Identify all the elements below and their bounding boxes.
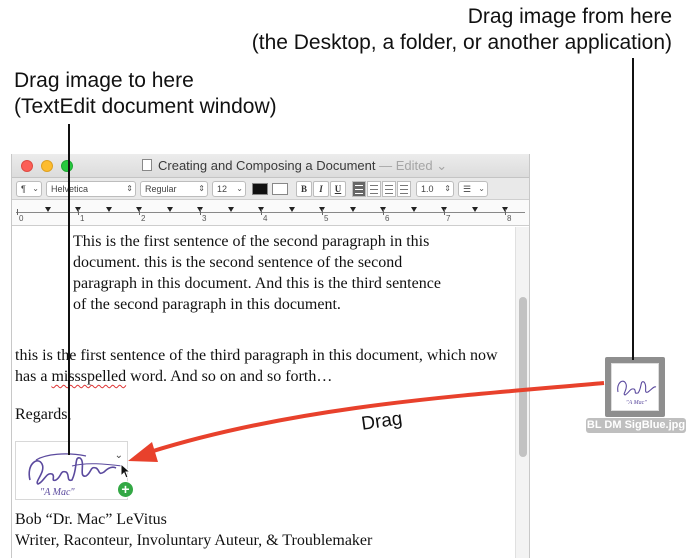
font-style-value: Regular — [145, 184, 177, 194]
signature-thumbnail: "A Mac" — [617, 380, 657, 406]
bold-button[interactable]: B — [296, 181, 312, 197]
font-family-popup[interactable]: Helvetica ⇕ — [46, 181, 136, 197]
ruler-number: 8 — [507, 214, 512, 223]
ruler-tick — [17, 209, 18, 215]
signature-image[interactable]: "A Mac" ⌄ — [15, 441, 128, 500]
italic-button[interactable]: I — [313, 181, 329, 197]
misspelled-word[interactable]: missspelled — [51, 368, 126, 385]
paragraph-3-text-end: word. And so on and so forth… — [126, 368, 333, 385]
signature-title: Writer, Raconteur, Involuntary Auteur, &… — [15, 532, 373, 549]
svg-text:"A Mac": "A Mac" — [40, 487, 75, 498]
ruler-tick — [505, 209, 506, 215]
ruler-tick — [139, 209, 140, 215]
regards-line: Regards, — [15, 406, 72, 423]
font-size-value: 12 — [217, 184, 228, 194]
paragraph-2: This is the first sentence of the second… — [73, 233, 441, 313]
chevron-down-icon: ⌄ — [478, 184, 485, 193]
paragraph-style-popup[interactable]: ¶ ⌄ — [16, 181, 42, 197]
highlight-color-swatch[interactable] — [272, 183, 288, 195]
minimize-button[interactable] — [41, 160, 53, 172]
underline-button[interactable]: U — [330, 181, 346, 197]
ruler-number: 0 — [19, 214, 24, 223]
tab-stop-marker[interactable] — [227, 207, 234, 212]
svg-text:"A Mac": "A Mac" — [626, 400, 647, 406]
source-callout-line2: (the Desktop, a folder, or another appli… — [251, 31, 672, 54]
tab-stop-marker[interactable] — [288, 207, 295, 212]
font-size-field[interactable]: 12 ⌄ — [212, 181, 246, 197]
ruler-tick — [261, 209, 262, 215]
desktop-file-name[interactable]: BL DM SigBlue.jpg — [586, 418, 686, 433]
textedit-window: Creating and Composing a Document — Edit… — [11, 154, 530, 558]
ruler-tick — [78, 209, 79, 215]
target-callout-line1: Drag image to here — [14, 69, 194, 92]
window-title: Creating and Composing a Document — Edit… — [142, 158, 447, 174]
title-bar[interactable]: Creating and Composing a Document — Edit… — [12, 154, 529, 178]
tab-stop-marker[interactable] — [166, 207, 173, 212]
cursor-arrow-icon — [120, 463, 132, 479]
ruler-tick — [383, 209, 384, 215]
desktop-file-icon[interactable]: "A Mac" — [605, 357, 665, 417]
ruler-number: 6 — [385, 214, 390, 223]
source-callout-line1: Drag image from here — [467, 5, 672, 28]
window-title-text: Creating and Composing a Document — [158, 158, 376, 173]
align-center-button[interactable] — [367, 181, 381, 197]
target-callout: Drag image to here (TextEdit document wi… — [14, 68, 277, 120]
ruler-number: 4 — [263, 214, 268, 223]
close-button[interactable] — [21, 160, 33, 172]
list-style-popup[interactable]: ☰ ⌄ — [458, 181, 488, 197]
list-icon: ☰ — [463, 184, 472, 194]
justify-button[interactable] — [397, 181, 411, 197]
ruler-tick — [444, 209, 445, 215]
tab-stop-marker[interactable] — [105, 207, 112, 212]
paragraph-3: this is the first sentence of the third … — [15, 345, 515, 387]
tab-stop-marker[interactable] — [349, 207, 356, 212]
signature-graphic: "A Mac" — [28, 453, 123, 498]
ruler-number: 7 — [446, 214, 451, 223]
tab-stop-marker[interactable] — [471, 207, 478, 212]
document-icon — [142, 159, 152, 171]
chevron-down-icon: ⌄ — [32, 184, 39, 193]
chevron-down-icon: ⌄ — [236, 184, 243, 193]
line-spacing-value: 1.0 — [421, 184, 434, 194]
scroll-thumb[interactable] — [519, 297, 527, 457]
paragraph-style-label: ¶ — [21, 184, 26, 194]
ruler-number: 3 — [202, 214, 207, 223]
font-family-value: Helvetica — [51, 184, 89, 194]
text-color-swatch[interactable] — [252, 183, 268, 195]
zoom-button[interactable] — [61, 160, 73, 172]
ruler-tick — [322, 209, 323, 215]
tab-stop-marker[interactable] — [410, 207, 417, 212]
font-style-popup[interactable]: Regular ⇕ — [140, 181, 208, 197]
ruler-number: 2 — [141, 214, 146, 223]
stepper-icon: ⇕ — [444, 184, 451, 193]
ruler[interactable]: 0 1 2 3 4 5 6 7 8 — [12, 200, 529, 226]
copy-plus-icon: + — [117, 481, 134, 498]
align-right-button[interactable] — [382, 181, 396, 197]
vertical-scrollbar[interactable] — [515, 227, 529, 558]
line-spacing-popup[interactable]: 1.0 ⇕ — [416, 181, 454, 197]
document-body[interactable]: This is the first sentence of the second… — [12, 227, 517, 558]
target-callout-line2: (TextEdit document window) — [14, 95, 277, 118]
source-callout: Drag image from here (the Desktop, a fol… — [252, 4, 672, 56]
align-left-button[interactable] — [352, 181, 366, 197]
edited-status[interactable]: — Edited ⌄ — [379, 158, 447, 173]
tab-stop-marker[interactable] — [44, 207, 51, 212]
ruler-number: 5 — [324, 214, 329, 223]
stepper-icon: ⇕ — [198, 184, 205, 193]
signature-name: Bob “Dr. Mac” LeVitus — [15, 511, 167, 528]
format-bar: ¶ ⌄ Helvetica ⇕ Regular ⇕ 12 ⌄ B I U 1.0 ⇕ ☰ ⌄ — [12, 178, 529, 200]
stepper-icon: ⇕ — [126, 184, 133, 193]
ruler-tick — [200, 209, 201, 215]
ruler-number: 1 — [80, 214, 85, 223]
